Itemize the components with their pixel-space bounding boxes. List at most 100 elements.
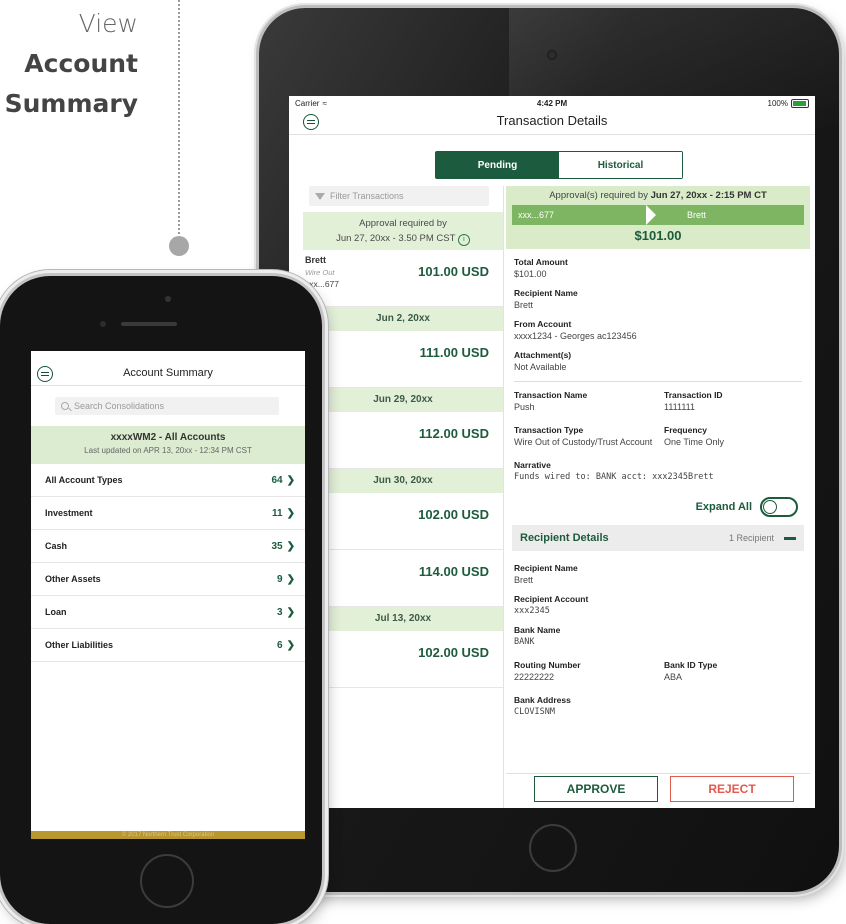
field-narrative: Narrative Funds wired to: BANK acct: xxx2… bbox=[506, 460, 810, 483]
filter-input[interactable]: Filter Transactions bbox=[309, 186, 489, 206]
phone-sensor bbox=[100, 321, 106, 327]
approval-required-banner: Approval required by Jun 27, 20xx - 3.50… bbox=[303, 212, 503, 250]
field-label: Transaction Name bbox=[514, 390, 588, 400]
consolidation-header: xxxxWM2 - All Accounts Last updated on A… bbox=[31, 426, 305, 464]
account-type-row[interactable]: Other Assets 9 ❯ bbox=[31, 563, 305, 596]
field-label: Bank ID Type bbox=[664, 660, 718, 670]
account-type-row[interactable]: Loan 3 ❯ bbox=[31, 596, 305, 629]
field-label: Recipient Name bbox=[514, 563, 578, 573]
last-updated: Last updated on APR 13, 20xx - 12:34 PM … bbox=[84, 446, 252, 455]
field-label: Transaction ID bbox=[664, 390, 723, 400]
field-label: Narrative bbox=[514, 460, 551, 470]
date-group-header: Jun 30, 20xx bbox=[303, 469, 503, 493]
tab-pending[interactable]: Pending bbox=[436, 152, 559, 178]
field-value: xxxx1234 - Georges ac123456 bbox=[514, 331, 637, 341]
field-label: Frequency bbox=[664, 425, 707, 435]
transaction-item[interactable]: te Out..677102.00 USD bbox=[303, 631, 503, 688]
field-value: xxx2345 bbox=[514, 606, 550, 616]
txn-name: Brett bbox=[305, 255, 327, 265]
approval-required-label: Approval required by bbox=[359, 218, 447, 229]
phone-screen: Account Summary Search Consolidations xx… bbox=[31, 351, 305, 839]
date-group-header: Jun 2, 20xx bbox=[303, 307, 503, 331]
account-type-row[interactable]: Other Liabilities 6 ❯ bbox=[31, 629, 305, 662]
recipient-count: 1 Recipient bbox=[728, 533, 774, 543]
field-bank-name: Bank Name BANK bbox=[506, 625, 810, 648]
field-value: 22222222 bbox=[514, 672, 555, 682]
approve-button[interactable]: APPROVE bbox=[534, 776, 658, 802]
recipient-details-header[interactable]: Recipient Details 1 Recipient bbox=[512, 525, 804, 551]
dotted-connector bbox=[178, 0, 180, 238]
tablet-device: Carrier ≈ 4:42 PM 100% Transaction Detai… bbox=[259, 8, 839, 892]
account-type-label: Loan bbox=[45, 607, 67, 617]
account-type-label: Cash bbox=[45, 541, 68, 551]
tablet-home-button[interactable] bbox=[529, 824, 577, 872]
chevron-right-icon: ❯ bbox=[286, 606, 295, 618]
caption-line-1: View bbox=[78, 9, 138, 38]
approval-deadline-date: Jun 27, 20xx - 2:15 PM CT bbox=[650, 190, 767, 201]
field-value: Push bbox=[514, 402, 535, 412]
phone-header: Account Summary bbox=[31, 351, 305, 386]
field-value: 1111111 bbox=[664, 402, 696, 412]
account-count: 3 bbox=[277, 606, 283, 618]
phone-home-button[interactable] bbox=[140, 854, 194, 908]
chevron-right-icon: ❯ bbox=[286, 507, 295, 519]
reject-button[interactable]: REJECT bbox=[670, 776, 794, 802]
search-input[interactable]: Search Consolidations bbox=[55, 397, 279, 415]
account-type-label: Other Liabilities bbox=[45, 640, 114, 650]
toggle-knob bbox=[763, 500, 777, 514]
copyright-footer: © 2017 Northern Trust Corporation bbox=[31, 831, 305, 839]
account-type-row[interactable]: Investment 11 ❯ bbox=[31, 497, 305, 530]
expand-all-toggle[interactable] bbox=[760, 497, 798, 517]
expand-all-row: Expand All bbox=[506, 497, 810, 517]
field-value: Wire Out of Custody/Trust Account bbox=[514, 437, 653, 447]
txn-amount: 114.00 USD bbox=[418, 564, 489, 579]
promo-caption: View Account Summary bbox=[5, 4, 138, 124]
filter-placeholder: Filter Transactions bbox=[330, 191, 404, 201]
connector-dot bbox=[169, 236, 189, 256]
field-value: Brett bbox=[514, 300, 534, 310]
transaction-item[interactable]: te Out..001112.00 USD bbox=[303, 412, 503, 469]
field-label: Recipient Account bbox=[514, 594, 589, 604]
account-count: 6 bbox=[277, 639, 283, 651]
field-recipient-account: Recipient Account xxx2345 bbox=[506, 594, 810, 617]
account-type-label: Other Assets bbox=[45, 574, 101, 584]
field-label: Transaction Type bbox=[514, 425, 584, 435]
action-bar: APPROVE REJECT bbox=[506, 773, 810, 808]
field-row-type-frequency: Transaction Type Wire Out of Custody/Trus… bbox=[506, 425, 810, 448]
transaction-item[interactable]: te Out..dit111.00 USD bbox=[303, 331, 503, 388]
transaction-list: Filter Transactions Approval required by… bbox=[303, 186, 504, 808]
field-total-amount: Total Amount $101.00 bbox=[506, 257, 810, 280]
info-icon[interactable]: i bbox=[457, 234, 470, 246]
field-value: $101.00 bbox=[514, 269, 547, 279]
tab-historical[interactable]: Historical bbox=[559, 152, 682, 178]
divider bbox=[514, 381, 802, 382]
caption-line-3: Summary bbox=[4, 89, 138, 118]
consolidation-title: xxxxWM2 - All Accounts bbox=[110, 432, 226, 443]
date-group-header: Jul 13, 20xx bbox=[303, 607, 503, 631]
account-type-row[interactable]: All Account Types 64 ❯ bbox=[31, 464, 305, 497]
transaction-item[interactable]: Brett Wire Out xxx...677 101.00 USD bbox=[303, 250, 503, 307]
status-time: 4:42 PM bbox=[536, 98, 568, 108]
search-icon bbox=[61, 402, 69, 410]
collapse-icon[interactable] bbox=[784, 536, 796, 540]
field-recipient-name: Recipient Name Brett bbox=[506, 288, 810, 311]
transaction-item[interactable]: e Out..129102.00 USD bbox=[303, 493, 503, 550]
account-type-row[interactable]: Cash 35 ❯ bbox=[31, 530, 305, 563]
search-placeholder: Search Consolidations bbox=[74, 401, 165, 411]
filter-icon bbox=[315, 192, 325, 200]
date-group-header: Jun 29, 20xx bbox=[303, 388, 503, 412]
field-from-account: From Account xxxx1234 - Georges ac123456 bbox=[506, 319, 810, 342]
field-value: Not Available bbox=[514, 362, 567, 372]
field-label: Bank Name bbox=[514, 625, 561, 635]
phone-page-title: Account Summary bbox=[123, 367, 213, 379]
txn-amount: 112.00 USD bbox=[418, 426, 489, 441]
chevron-right-icon bbox=[646, 205, 656, 225]
transaction-item[interactable]: ee Out..527114.00 USD bbox=[303, 550, 503, 607]
status-bar: Carrier ≈ 4:42 PM 100% bbox=[289, 96, 815, 110]
txn-amount: 111.00 USD bbox=[419, 345, 489, 360]
txn-type: Wire Out bbox=[305, 268, 335, 277]
account-count: 11 bbox=[272, 507, 283, 519]
recipient-details-title: Recipient Details bbox=[520, 532, 609, 544]
field-label: Routing Number bbox=[514, 660, 581, 670]
chevron-right-icon: ❯ bbox=[286, 474, 295, 486]
